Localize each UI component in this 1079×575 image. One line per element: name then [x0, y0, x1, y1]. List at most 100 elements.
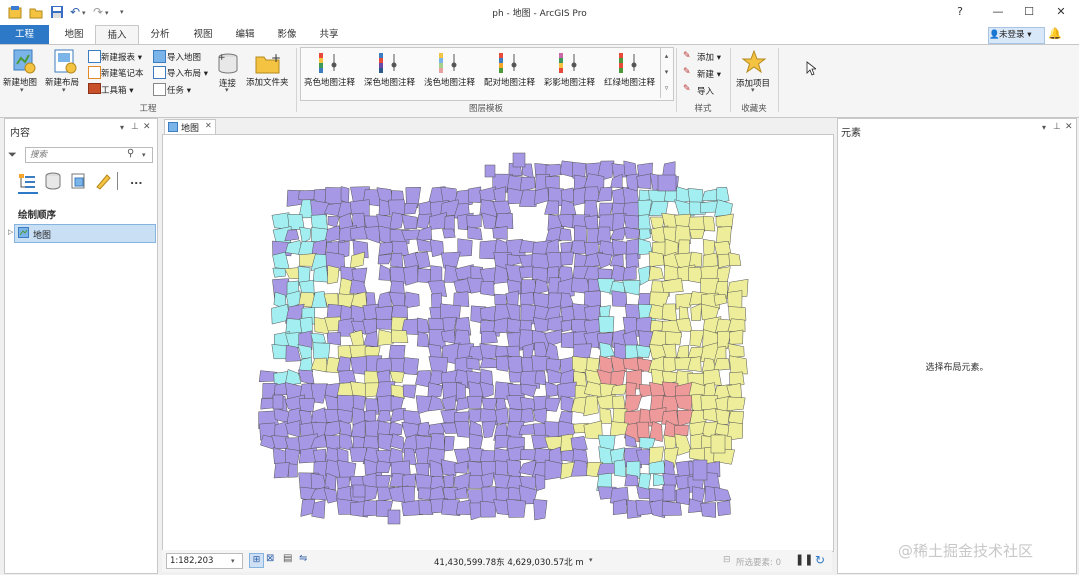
new-layout-dropdown-icon[interactable]: ▾: [62, 86, 66, 94]
pin-icon[interactable]: ⊥: [131, 122, 139, 132]
import-layout-button[interactable]: 导入布局 ▾: [167, 67, 208, 79]
drawing-order-icon[interactable]: [18, 172, 36, 190]
layer-template-icon[interactable]: [558, 52, 582, 74]
tab-view[interactable]: 视图: [183, 25, 223, 44]
import-map-icon: [153, 50, 166, 63]
parcel-polygon: [403, 203, 418, 215]
layer-template-icon[interactable]: [498, 52, 522, 74]
map-canvas[interactable]: [163, 135, 833, 551]
new-report-button[interactable]: 新建报表 ▾: [101, 51, 142, 63]
parcel-polygon: [402, 384, 417, 399]
title-bar: ↶ ▾ ↷ ▾ ▾ ph - 地图 - ArcGIS Pro ? — ☐ ✕: [0, 0, 1079, 25]
template-light[interactable]: 浅色地图注释: [424, 76, 475, 88]
tab-insert[interactable]: 插入: [95, 25, 139, 45]
window-title: ph - 地图 - ArcGIS Pro: [492, 9, 587, 19]
parcel-polygon: [519, 176, 536, 193]
new-style-button[interactable]: 新建 ▾: [697, 68, 721, 80]
tab-imagery[interactable]: 影像: [267, 25, 307, 44]
gallery-scroll[interactable]: ▴ ▾ ▿: [660, 48, 672, 98]
new-layout-icon[interactable]: [52, 49, 78, 75]
parcel-polygon: [662, 484, 676, 502]
search-icon[interactable]: ⚲: [127, 148, 134, 159]
close-button[interactable]: ✕: [1048, 4, 1074, 20]
parcel-polygon: [273, 462, 291, 479]
parcel-polygon: [378, 264, 391, 281]
map-view-tab[interactable]: 地图 ✕: [164, 119, 216, 134]
sign-in-button[interactable]: 👤未登录 ▾: [988, 27, 1045, 44]
new-map-icon[interactable]: [8, 49, 38, 75]
parcel-polygon: [727, 343, 745, 358]
import-style-button[interactable]: 导入: [697, 85, 714, 97]
scale-dropdown-icon[interactable]: ▾: [231, 554, 235, 568]
layer-template-icon[interactable]: [318, 52, 342, 74]
search-options-icon[interactable]: ▾: [142, 151, 146, 159]
parcel-polygon: [363, 226, 381, 244]
gallery-down-icon[interactable]: ▾: [661, 64, 672, 80]
notification-icon[interactable]: 🔔: [1048, 27, 1062, 42]
database-connect-icon[interactable]: +: [216, 52, 240, 76]
table-icon[interactable]: ▤: [283, 553, 292, 564]
scale-selector[interactable]: 1:182,203 ▾: [166, 553, 243, 569]
template-bright[interactable]: 亮色地图注释: [304, 76, 355, 88]
layer-template-icon[interactable]: [378, 52, 402, 74]
connect-dropdown-icon[interactable]: ▾: [225, 86, 229, 94]
add-style-button[interactable]: 添加 ▾: [697, 51, 721, 63]
template-paired[interactable]: 配对地图注释: [484, 76, 535, 88]
tab-edit[interactable]: 编辑: [225, 25, 265, 44]
tab-share[interactable]: 共享: [309, 25, 349, 44]
more-options-icon[interactable]: ...: [130, 174, 143, 187]
coordinate-units-dropdown-icon[interactable]: ▾: [589, 556, 593, 564]
tab-map[interactable]: 地图: [54, 25, 94, 44]
maximize-button[interactable]: ☐: [1016, 4, 1042, 20]
data-source-icon[interactable]: [44, 172, 62, 190]
parcel-polygon: [557, 381, 577, 398]
pane-close-icon[interactable]: ✕: [143, 122, 151, 132]
layer-template-icon[interactable]: [618, 52, 642, 74]
tab-project[interactable]: 工程: [0, 25, 49, 44]
elements-pin-icon[interactable]: ⊥: [1053, 122, 1061, 132]
template-redgreen[interactable]: 红绿地图注释: [604, 76, 655, 88]
toolbox-button[interactable]: 工具箱 ▾: [101, 84, 133, 96]
expand-arrow-icon[interactable]: ▷: [8, 228, 13, 236]
parcel-polygon: [417, 317, 430, 334]
task-button[interactable]: 任务 ▾: [167, 84, 191, 96]
watermark: @稀土掘金技术社区: [898, 542, 1034, 560]
fixed-zoom-icon[interactable]: ⊞: [249, 553, 264, 568]
snapping-icon[interactable]: [117, 172, 124, 190]
elements-close-icon[interactable]: ✕: [1065, 122, 1073, 132]
new-notebook-icon: [88, 66, 101, 79]
add-item-dropdown-icon[interactable]: ▾: [751, 86, 755, 94]
elements-options-icon[interactable]: ▾: [1042, 123, 1046, 132]
new-map-dropdown-icon[interactable]: ▾: [20, 86, 24, 94]
gallery-up-icon[interactable]: ▴: [661, 48, 672, 64]
grid-icon[interactable]: ⊠: [266, 553, 274, 564]
refresh-icon[interactable]: ↻: [815, 553, 825, 567]
pause-drawing-icon[interactable]: ❚❚: [795, 553, 813, 566]
selection-icon[interactable]: [70, 172, 88, 190]
add-folder-button[interactable]: 添加文件夹: [246, 76, 289, 88]
new-notebook-button[interactable]: 新建笔记本: [101, 67, 144, 79]
parcel-polygon: [665, 331, 682, 346]
pane-options-icon[interactable]: ▾: [120, 123, 124, 132]
parcel-polygon: [650, 319, 664, 333]
gallery-expand-icon[interactable]: ▿: [661, 80, 672, 96]
map-tab-close-icon[interactable]: ✕: [205, 121, 212, 130]
star-icon[interactable]: [741, 49, 767, 74]
measure-icon[interactable]: ⇋: [299, 553, 307, 564]
add-folder-icon[interactable]: +: [255, 51, 281, 74]
parcel-polygon: [635, 344, 652, 359]
parcel-polygon: [375, 460, 392, 473]
import-map-button[interactable]: 导入地图: [167, 51, 201, 63]
parcel-polygon: [401, 229, 421, 241]
filter-icon[interactable]: ⏷: [8, 148, 17, 162]
styles-group-label: 样式: [694, 104, 712, 114]
help-button[interactable]: ?: [947, 4, 973, 20]
template-dark[interactable]: 深色地图注释: [364, 76, 415, 88]
template-shaded[interactable]: 彩影地图注释: [544, 76, 595, 88]
editing-pencil-icon[interactable]: [94, 172, 112, 190]
tab-analysis[interactable]: 分析: [140, 25, 180, 44]
minimize-button[interactable]: —: [985, 4, 1011, 20]
map-view[interactable]: [162, 134, 834, 552]
layer-template-icon[interactable]: [438, 52, 462, 74]
parcel-polygon: [416, 226, 432, 241]
